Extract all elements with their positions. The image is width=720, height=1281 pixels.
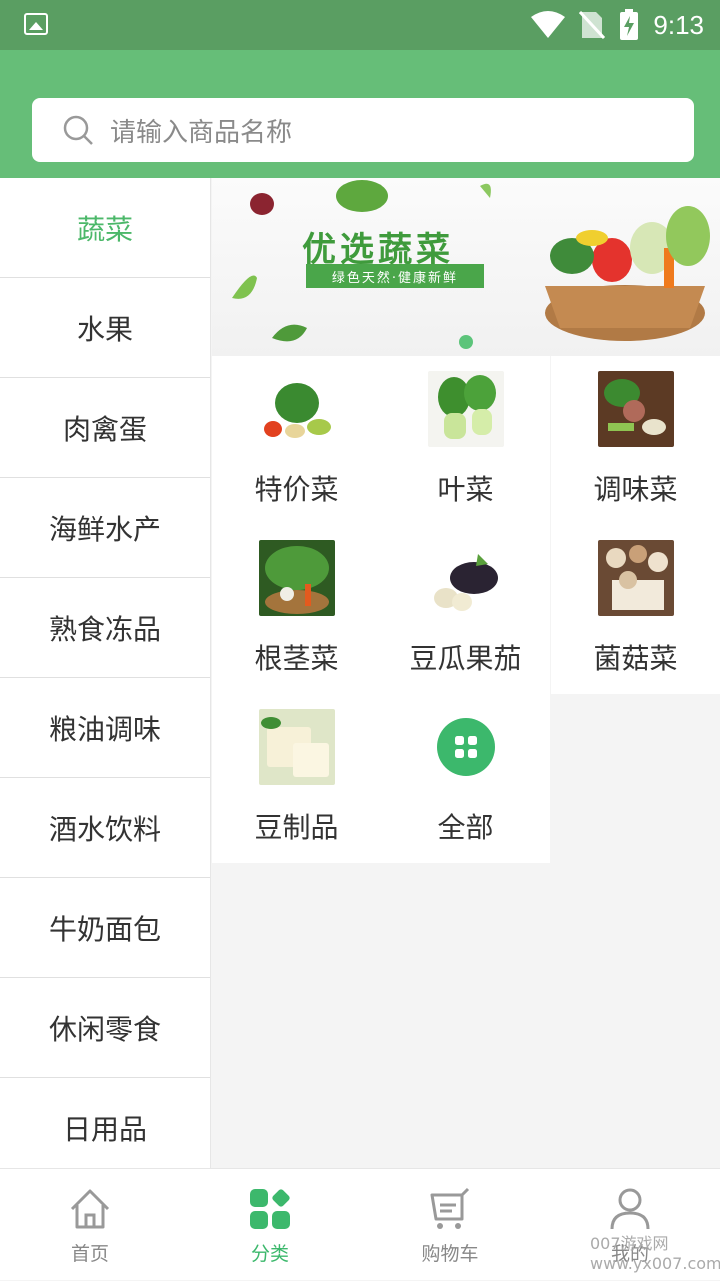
subcategory-label: 根茎菜 [254,642,339,675]
tab-home[interactable]: 首页 [0,1169,180,1281]
subcategory-root-vegetables[interactable]: 根茎菜 [212,525,381,694]
subcategory-tofu[interactable]: 豆制品 [212,694,381,863]
seasoning-vegetables-image [598,371,674,447]
category-content: 优选蔬菜 绿色天然·健康新鲜 特价菜 叶菜 调味菜 根茎菜 豆瓜果茄 菌菇菜 豆… [212,178,720,1168]
bok-choy-image [428,371,504,447]
no-sim-icon [579,10,606,40]
subcategory-beans-melons[interactable]: 豆瓜果茄 [381,525,550,694]
subcategory-label: 豆瓜果茄 [409,642,522,675]
sidebar-item-milk-bread[interactable]: 牛奶面包 [0,878,210,978]
subcategory-label: 特价菜 [254,473,339,506]
subcategory-label: 调味菜 [593,473,678,506]
subcategory-label: 豆制品 [254,811,339,844]
sidebar-item-daily-goods[interactable]: 日用品 [0,1078,210,1168]
subcategory-leafy-greens[interactable]: 叶菜 [381,356,550,525]
carousel-indicator[interactable] [459,335,473,349]
root-vegetables-image [259,540,335,616]
tab-label: 分类 [250,1243,289,1265]
user-icon [610,1188,650,1230]
category-icon [250,1189,290,1229]
search-placeholder: 请输入商品名称 [110,117,293,148]
banner-tagline: 绿色天然·健康新鲜 [306,264,484,288]
status-bar: 9:13 [0,0,720,50]
search-input[interactable]: 请输入商品名称 [32,98,694,162]
eggplant-image [428,540,504,616]
subcategory-label: 菌菇菜 [593,642,678,675]
tab-cart[interactable]: 购物车 [360,1169,540,1281]
category-sidebar: 蔬菜 水果 肉禽蛋 海鲜水产 熟食冻品 粮油调味 酒水饮料 牛奶面包 休闲零食 … [0,178,211,1168]
sidebar-item-meat-eggs[interactable]: 肉禽蛋 [0,378,210,478]
cart-icon [430,1187,470,1229]
sidebar-item-fruit[interactable]: 水果 [0,278,210,378]
search-icon [63,115,93,145]
sidebar-item-deli-frozen[interactable]: 熟食冻品 [0,578,210,678]
battery-charging-icon [620,9,639,40]
header: 请输入商品名称 [0,50,720,178]
clock: 9:13 [653,9,704,40]
tofu-image [259,709,335,785]
sidebar-item-grain-oil[interactable]: 粮油调味 [0,678,210,778]
image-notification-icon [24,13,48,35]
subcategory-label: 全部 [437,811,494,844]
tab-category[interactable]: 分类 [180,1169,360,1281]
subcategory-grid: 特价菜 叶菜 调味菜 根茎菜 豆瓜果茄 菌菇菜 豆制品 全部 [212,356,720,864]
watermark: 007游戏网 www.yx007.com [590,1234,720,1273]
subcategory-seasoning[interactable]: 调味菜 [551,356,720,525]
home-icon [70,1189,110,1229]
subcategory-specials[interactable]: 特价菜 [212,356,381,525]
grid-icon [437,718,495,776]
mushrooms-image [598,540,674,616]
sidebar-item-vegetables[interactable]: 蔬菜 [0,178,210,278]
sidebar-item-seafood[interactable]: 海鲜水产 [0,478,210,578]
sidebar-item-drinks[interactable]: 酒水饮料 [0,778,210,878]
sidebar-item-snacks[interactable]: 休闲零食 [0,978,210,1078]
subcategory-mushrooms[interactable]: 菌菇菜 [551,525,720,694]
promo-banner[interactable]: 优选蔬菜 绿色天然·健康新鲜 [212,178,720,356]
tab-label: 购物车 [421,1243,479,1265]
tab-label: 首页 [70,1243,109,1265]
wifi-icon [531,11,566,38]
subcategory-label: 叶菜 [437,473,494,506]
mixed-vegetables-image [259,371,335,447]
subcategory-all[interactable]: 全部 [381,694,550,863]
